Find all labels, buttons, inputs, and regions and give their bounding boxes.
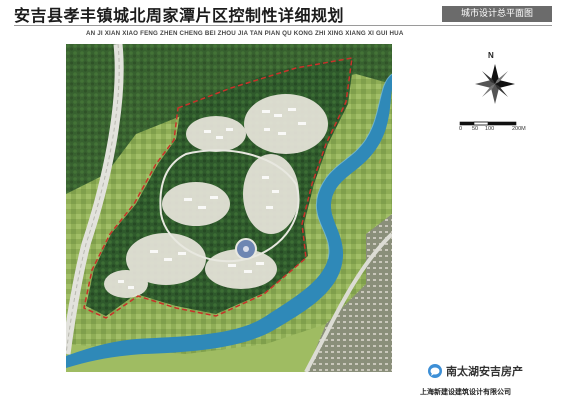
- scale-tick-0: 0: [459, 126, 463, 132]
- master-plan-map: [66, 44, 392, 372]
- plan-title-pinyin: AN JI XIAN XIAO FENG ZHEN CHENG BEI ZHOU…: [86, 30, 404, 37]
- north-arrow-icon: [475, 64, 515, 104]
- scale-tick-100: 100: [485, 126, 495, 132]
- scale-tick-50: 50: [472, 126, 479, 132]
- map-canvas: [66, 44, 392, 372]
- watermark: 南太湖安吉房产: [426, 362, 529, 380]
- chat-bubble-icon: [428, 364, 442, 378]
- sheet-name-badge: 城市设计总平面图: [442, 6, 552, 22]
- plaza-center: [243, 246, 249, 252]
- company-name: 上海新建设建筑设计有限公司: [420, 388, 511, 396]
- header-bar: 安吉县孝丰镇城北周家潭片区控制性详细规划 城市设计总平面图: [0, 0, 566, 25]
- watermark-text: 南太湖安吉房产: [446, 365, 523, 378]
- scale-tick-200: 200M: [512, 126, 526, 132]
- plan-title: 安吉县孝丰镇城北周家潭片区控制性详细规划: [14, 6, 345, 25]
- header-divider: [14, 25, 552, 26]
